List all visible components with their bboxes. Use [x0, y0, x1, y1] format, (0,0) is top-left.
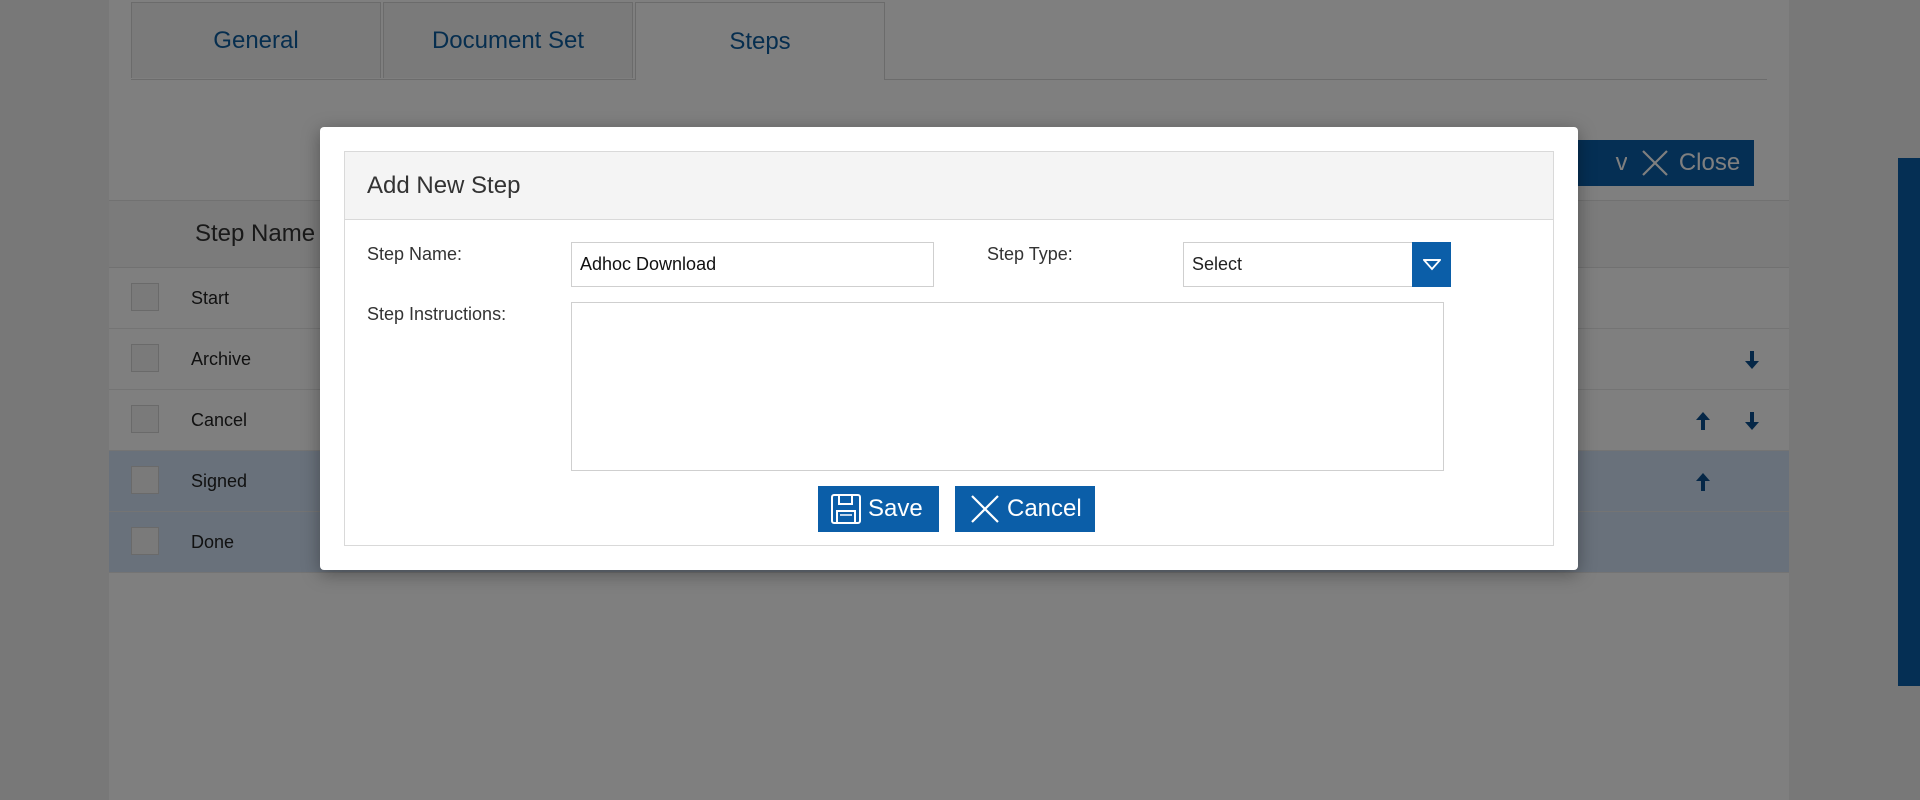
dialog-cancel-label: Cancel	[1007, 495, 1082, 522]
dialog-cancel-button[interactable]: Cancel	[955, 486, 1095, 532]
step-name-label: Step Name:	[367, 244, 463, 264]
x-icon	[971, 495, 999, 523]
step-type-value: Select	[1192, 254, 1243, 274]
dialog-header: Add New Step	[345, 152, 1553, 220]
step-instructions-textarea[interactable]	[571, 302, 1444, 471]
step-type-dropdown-button[interactable]	[1412, 242, 1451, 287]
step-type-label: Step Type:	[987, 244, 1073, 264]
floppy-icon	[831, 494, 861, 524]
step-instructions-label: Step Instructions:	[367, 304, 507, 324]
dialog-title: Add New Step	[367, 172, 521, 199]
dialog-save-button[interactable]: Save	[818, 486, 939, 532]
add-step-dialog: Add New Step Step Name: Step Type: Selec…	[320, 127, 1578, 570]
chevron-down-icon	[1422, 258, 1441, 270]
step-name-input[interactable]	[571, 242, 934, 287]
dialog-save-label: Save	[868, 495, 923, 522]
step-type-select[interactable]: Select	[1183, 242, 1451, 287]
dialog-panel: Add New Step Step Name: Step Type: Selec…	[344, 151, 1554, 546]
